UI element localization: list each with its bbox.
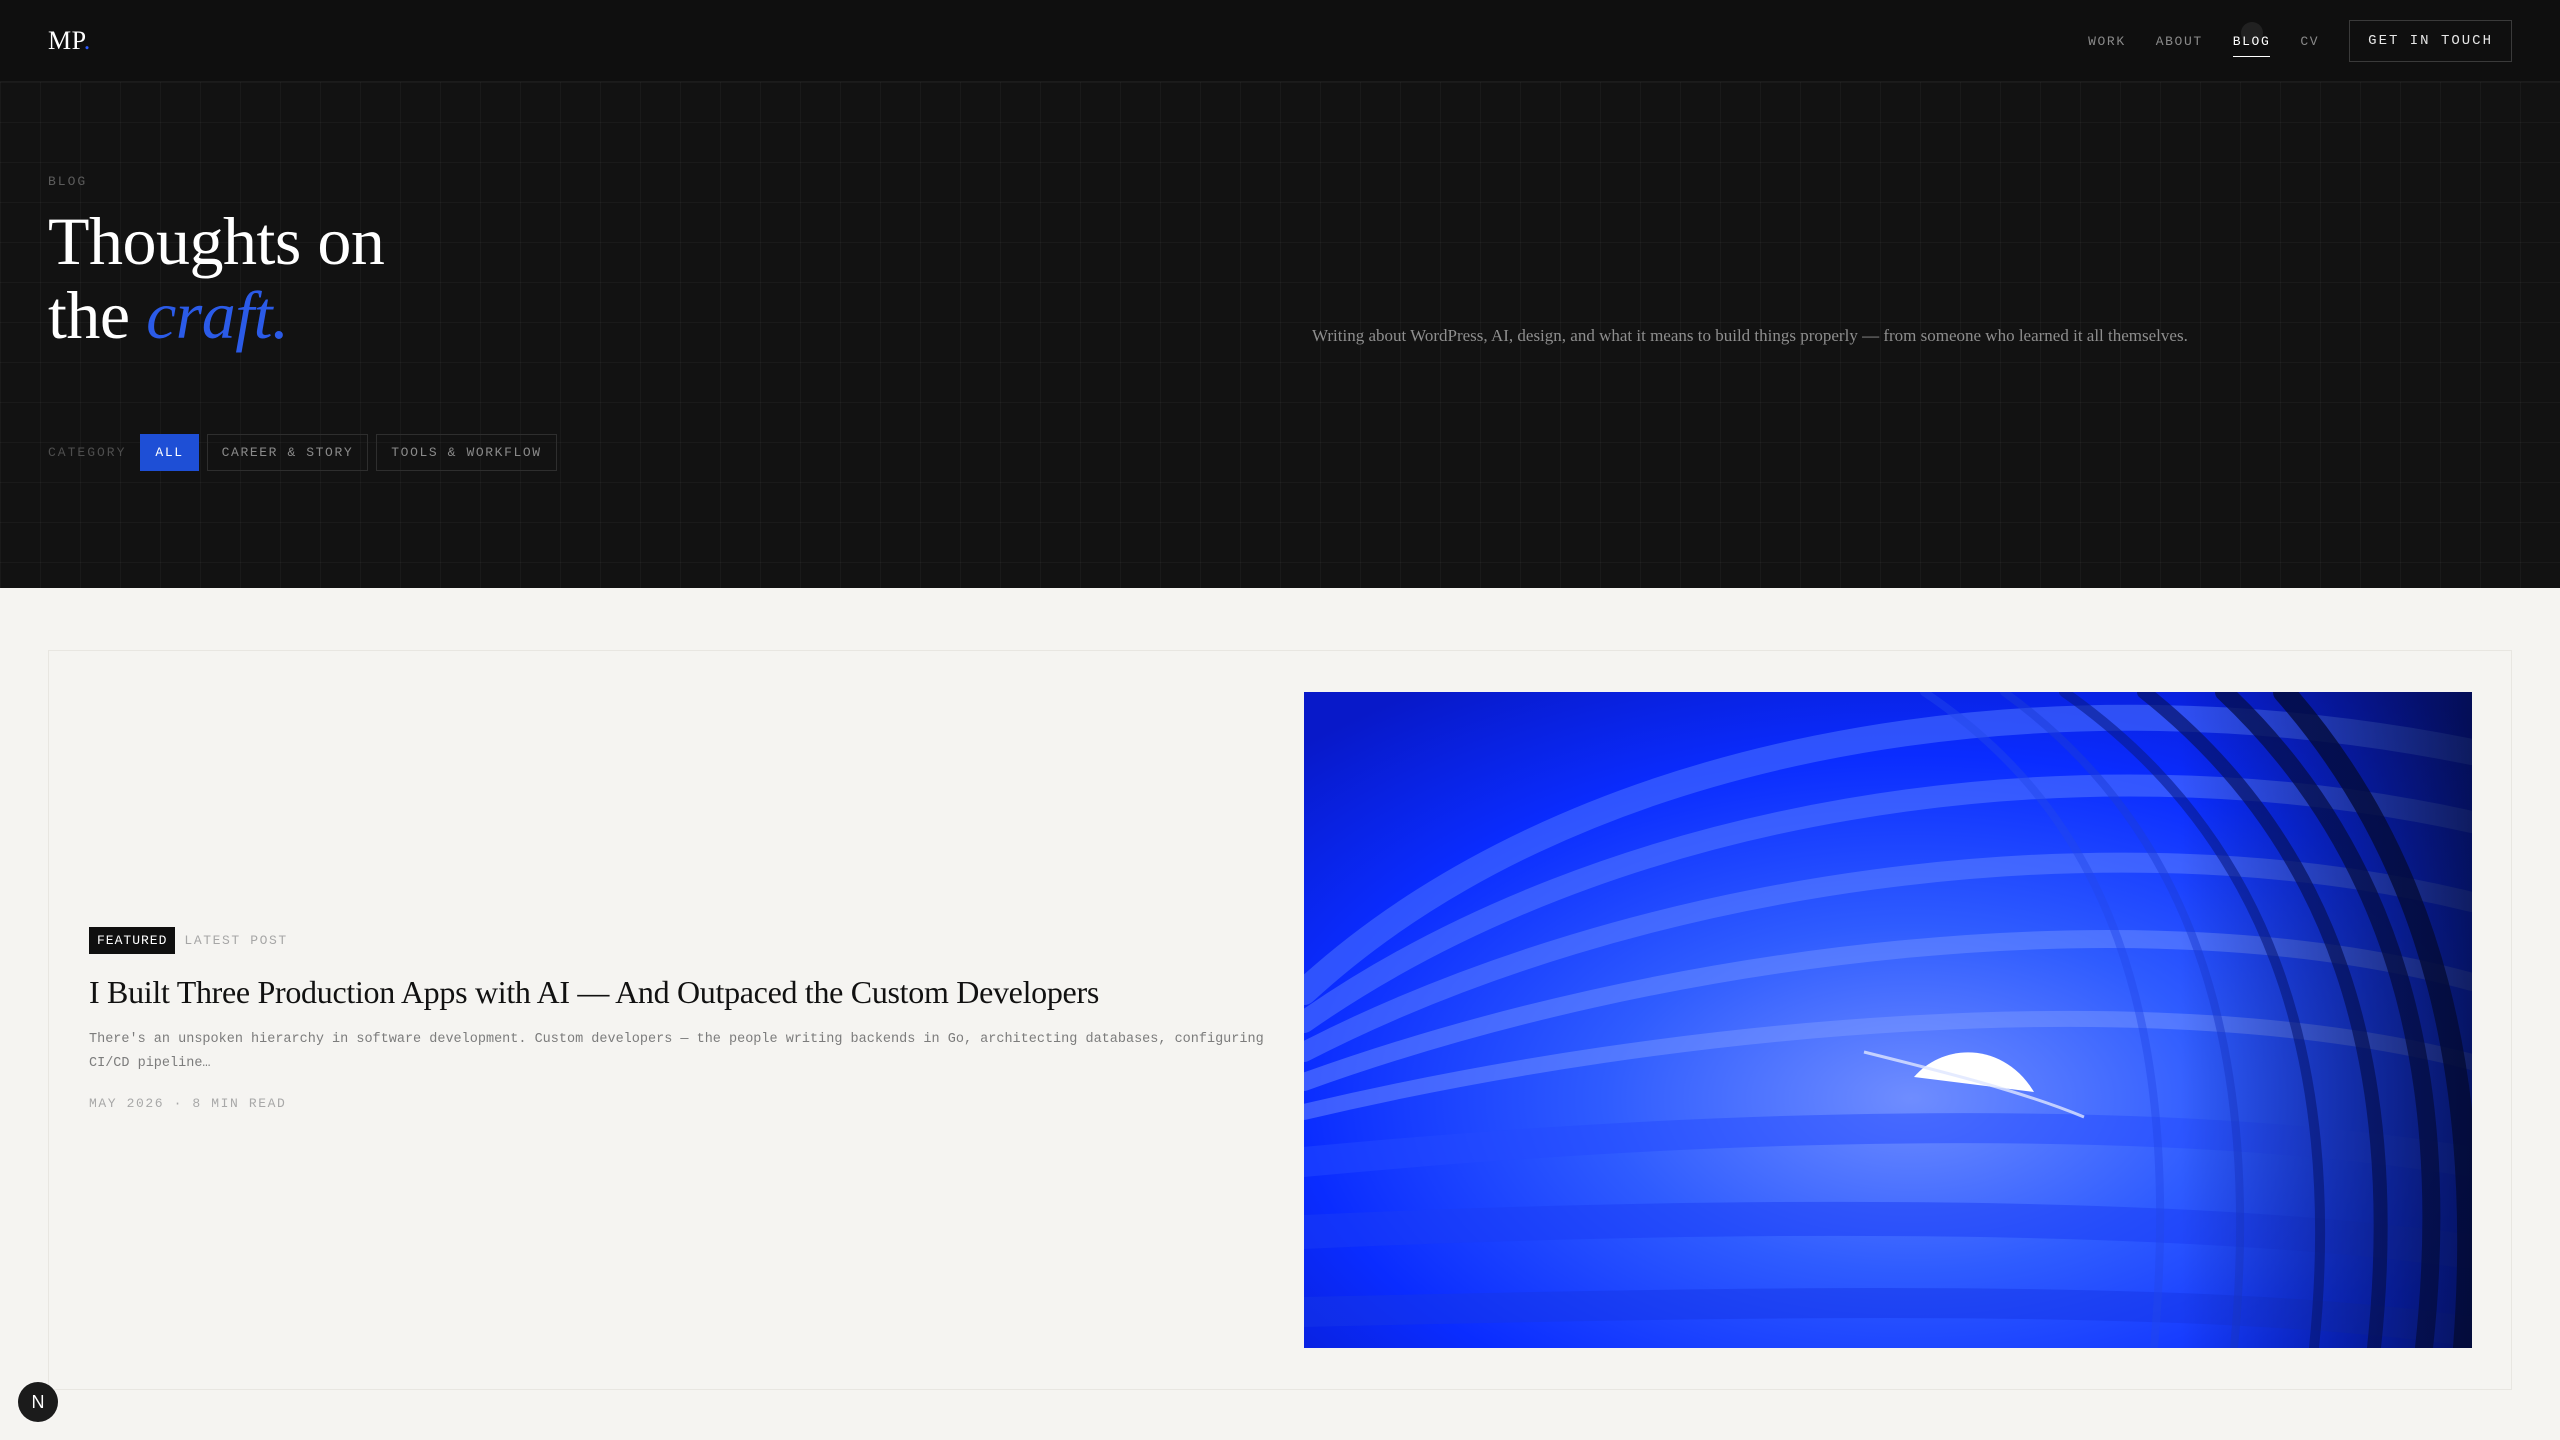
filter-chip-career-story[interactable]: CAREER & STORY — [206, 433, 369, 471]
post-meta: MAY 2026 · 8 MIN READ — [89, 1096, 287, 1111]
hero-eyebrow: BLOG — [48, 174, 88, 189]
filter-label: CATEGORY — [48, 444, 127, 460]
nav-work[interactable]: WORK — [2088, 28, 2126, 55]
logo-dot: . — [83, 26, 91, 55]
title-line-2-prefix: the — [48, 277, 147, 353]
filter-chip-all[interactable]: ALL — [140, 433, 199, 471]
hero-description: Writing about WordPress, AI, design, and… — [1312, 326, 2188, 345]
filter-chip-tools-workflow[interactable]: TOOLS & WORKFLOW — [376, 433, 557, 471]
featured-post-content: FEATURED LATEST POST I Built Three Produ… — [89, 927, 1289, 1111]
nav-cv[interactable]: CV — [2300, 28, 2319, 55]
main-nav: WORK ABOUT BLOG CV GET IN TOUCH — [2088, 20, 2512, 62]
nextjs-devtools-icon[interactable]: N — [18, 1382, 58, 1422]
get-in-touch-button[interactable]: GET IN TOUCH — [2349, 20, 2512, 62]
site-header: MP. WORK ABOUT BLOG CV GET IN TOUCH — [0, 0, 2560, 82]
post-tags: FEATURED LATEST POST — [89, 927, 1289, 954]
logo[interactable]: MP. — [48, 26, 91, 56]
latest-post-tag: LATEST POST — [184, 933, 288, 948]
logo-text: MP — [48, 26, 84, 55]
hero-section: BLOG Thoughts on the craft. Writing abou… — [0, 82, 2560, 588]
featured-badge: FEATURED — [89, 927, 176, 954]
post-excerpt: There's an unspoken hierarchy in softwar… — [89, 1032, 1264, 1071]
title-line-1: Thoughts on — [48, 203, 385, 279]
title-accent: craft. — [146, 277, 289, 353]
nav-about[interactable]: ABOUT — [2156, 28, 2203, 55]
category-filter: CATEGORY ALL CAREER & STORY TOOLS & WORK… — [48, 433, 565, 471]
nav-blog[interactable]: BLOG — [2232, 28, 2271, 57]
page-title: Thoughts on the craft. — [48, 204, 648, 352]
abstract-blue-tunnel-icon — [1304, 692, 2472, 1348]
featured-post-card[interactable]: FEATURED LATEST POST I Built Three Produ… — [48, 650, 2512, 1390]
featured-post-image[interactable] — [1304, 692, 2472, 1348]
post-title[interactable]: I Built Three Production Apps with AI — … — [89, 972, 1289, 1012]
